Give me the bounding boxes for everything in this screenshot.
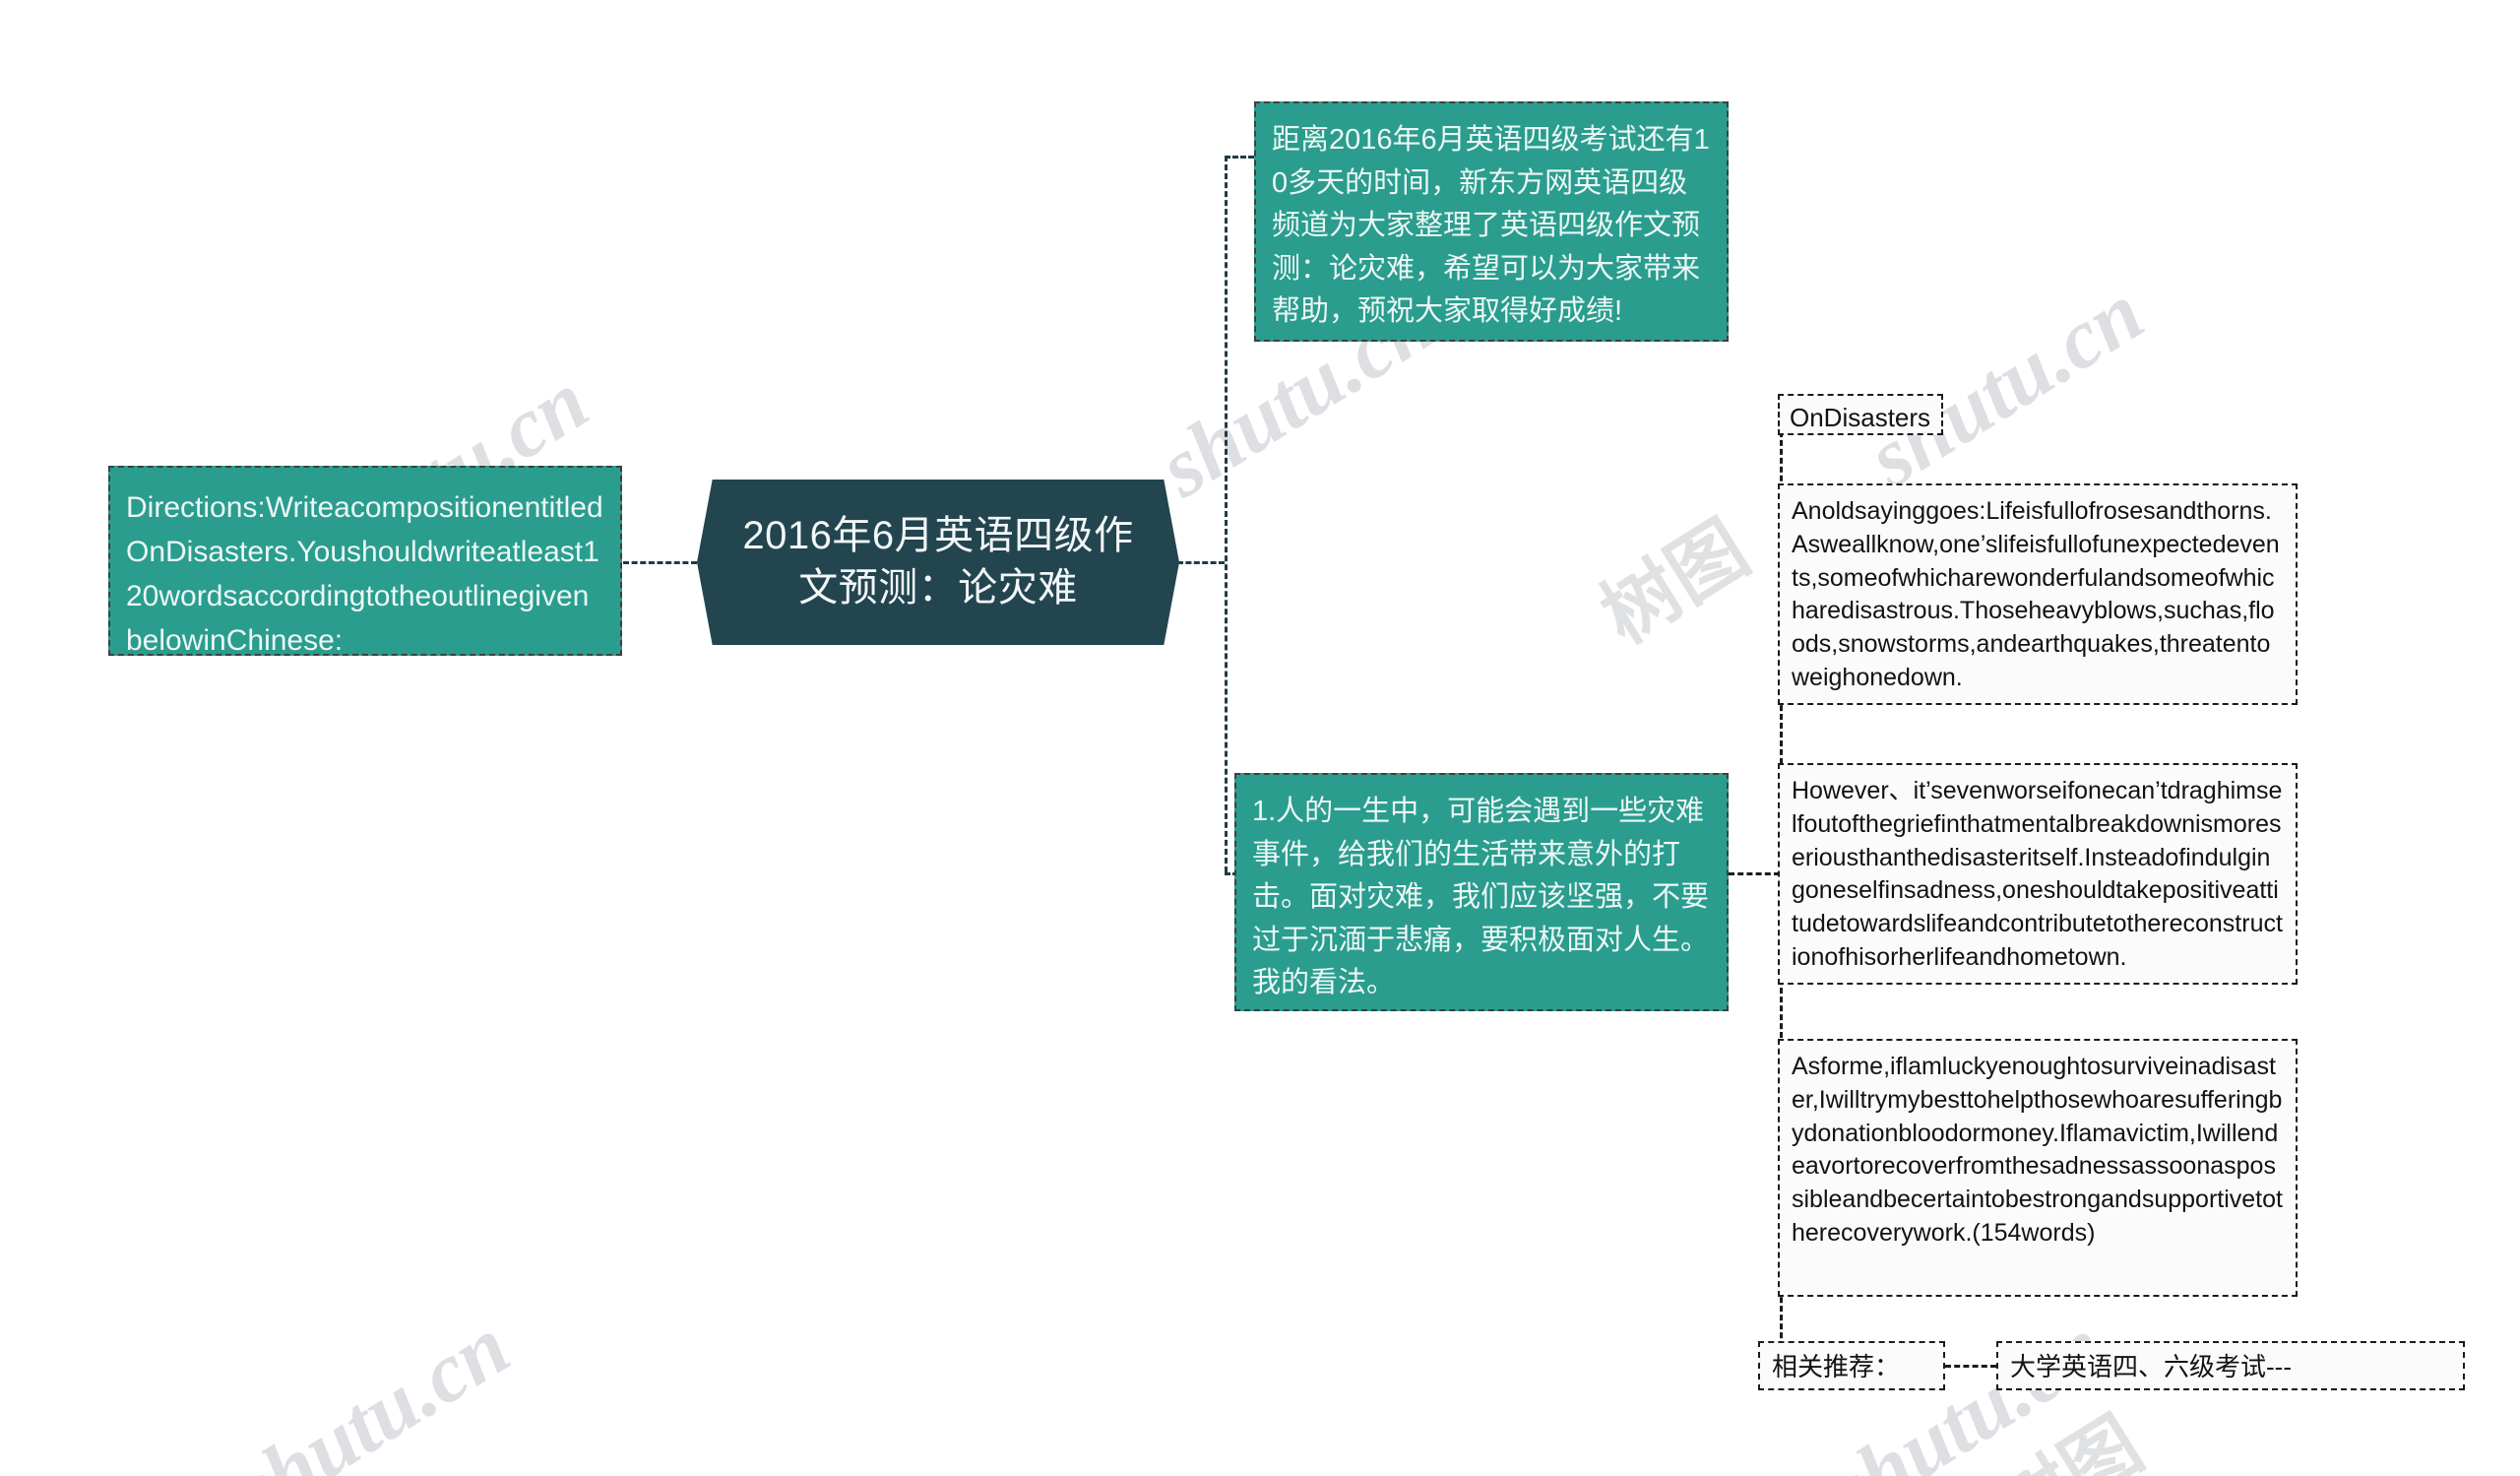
center-node-label: 2016年6月英语四级作文预测：论灾难 <box>742 514 1134 610</box>
branch-bottom-outline[interactable]: 1.人的一生中，可能会遇到一些灾难事件，给我们的生活带来意外的打击。面对灾难，我… <box>1234 773 1729 1011</box>
watermark-5: shutu.cn <box>1852 264 2160 506</box>
connector-left <box>623 561 697 564</box>
branch-right-paragraph-1[interactable]: Anoldsayinggoes:Lifeisfullofrosesandthor… <box>1778 483 2298 705</box>
branch-bottom-label: 1.人的一生中，可能会遇到一些灾难事件，给我们的生活带来意外的打击。面对灾难，我… <box>1252 796 1710 998</box>
connector-center-right <box>1177 561 1225 564</box>
branch-top-label: 距离2016年6月英语四级考试还有10多天的时间，新东方网英语四级频道为大家整理… <box>1272 124 1710 327</box>
paragraph-2-text: However、it’sevenworseifonecan’tdraghimse… <box>1792 777 2283 971</box>
branch-right-title-label: OnDisasters <box>1790 403 1931 432</box>
center-node[interactable]: 2016年6月英语四级作文预测：论灾难 <box>697 480 1179 645</box>
branch-left-directions[interactable]: Directions:WriteacompositionentitledOnDi… <box>108 466 622 656</box>
connector-green-to-right-spine <box>1729 872 1780 875</box>
footer-link-label: 大学英语四、六级考试---四级写作备考资料 <box>2010 1352 2292 1381</box>
footer-label: 相关推荐： <box>1772 1352 1901 1381</box>
branch-right-paragraph-2[interactable]: However、it’sevenworseifonecan’tdraghimse… <box>1778 763 2298 985</box>
footer-label-box[interactable]: 相关推荐： <box>1758 1341 1945 1390</box>
branch-top-intro[interactable]: 距离2016年6月英语四级考试还有10多天的时间，新东方网英语四级频道为大家整理… <box>1254 101 1729 342</box>
connector-spine-level1 <box>1225 156 1228 872</box>
paragraph-1-text: Anoldsayinggoes:Lifeisfullofrosesandthor… <box>1792 497 2280 691</box>
mindmap-canvas: shutu.cn shutu.cn shutu.cn shutu.cn shut… <box>0 0 2520 1476</box>
watermark-cn-1: 树图 <box>1586 504 1764 662</box>
footer-link-box[interactable]: 大学英语四、六级考试---四级写作备考资料 <box>1996 1341 2465 1390</box>
connector-footer-link <box>1945 1365 1996 1368</box>
branch-right-title[interactable]: OnDisasters <box>1778 394 1943 435</box>
watermark-3: shutu.cn <box>218 1298 526 1476</box>
branch-left-label: Directions:WriteacompositionentitledOnDi… <box>126 491 603 656</box>
branch-right-paragraph-3[interactable]: Asforme,iflamluckyenoughtosurviveinadisa… <box>1778 1039 2298 1297</box>
connector-to-top-green <box>1225 156 1254 159</box>
watermark-cn-2: 树图 <box>1971 1385 2160 1476</box>
paragraph-3-text: Asforme,iflamluckyenoughtosurviveinadisa… <box>1792 1053 2283 1247</box>
